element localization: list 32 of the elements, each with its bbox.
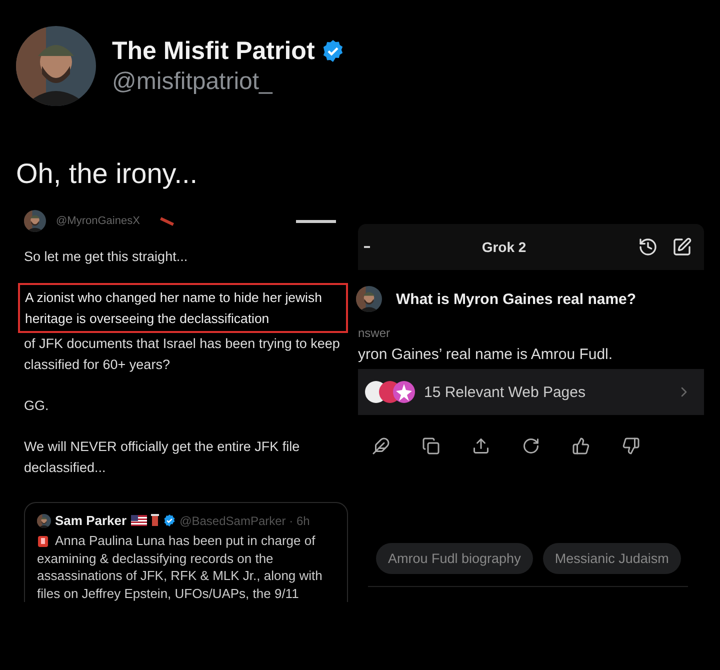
stroke-mark (160, 216, 174, 226)
question-text: What is Myron Gaines real name? (396, 290, 636, 308)
sources-button[interactable]: 15 Relevant Web Pages (358, 369, 704, 415)
new-chat-icon[interactable] (672, 237, 692, 257)
source-logos-icon (364, 380, 416, 404)
flag-icon (130, 515, 147, 526)
copy-icon[interactable] (422, 437, 440, 455)
quoted-handle: @MyronGainesX (56, 215, 140, 227)
quote-handle-time: @BasedSamParker · 6h (180, 514, 310, 528)
regenerate-icon[interactable] (522, 437, 540, 455)
answer-text: yron Gaines’ real name is Amrou Fudl. (358, 346, 614, 363)
quote-author: Sam Parker (55, 513, 127, 528)
tweet-paragraph: So let me get this straight... (24, 248, 189, 266)
history-icon[interactable] (638, 237, 658, 257)
feather-icon[interactable] (372, 437, 390, 455)
highlighted-text: A zionist who changed her name to hide her jewish heritage is overseeing the declassification (18, 283, 348, 333)
tweet-paragraph: of JFK documents that Israel has been trying to keep classified for 60+ years? (24, 335, 340, 374)
share-icon[interactable] (472, 437, 490, 455)
chat-title: Grok 2 (480, 239, 528, 255)
thumbs-down-icon[interactable] (622, 437, 640, 455)
tweet-paragraph: GG. (24, 397, 50, 415)
suggestion-chip[interactable]: Amrou Fudl biography (376, 543, 533, 574)
author-name: The Misfit Patriot (112, 36, 315, 66)
author-handle: @misfitpatriot_ (112, 68, 274, 96)
bar-mark (296, 220, 336, 222)
post-text: Oh, the irony... (15, 157, 199, 191)
quote-text: Anna Paulina Luna has been put in charge of examining & declassifying records on the assassinations of JFK, RFK & MLK Jr., along with files on Jeffrey Epstein, UFOs/UAPs, the 9/11 (37, 532, 324, 602)
tweet-paragraph: We will NEVER officially get the entire JFK file declassified... (24, 438, 301, 477)
answer-label: nswer (358, 326, 392, 340)
suggestion-chip[interactable]: Messianic Judaism (542, 543, 681, 574)
thumbs-up-icon[interactable] (572, 437, 590, 455)
dash-icon (364, 246, 370, 248)
